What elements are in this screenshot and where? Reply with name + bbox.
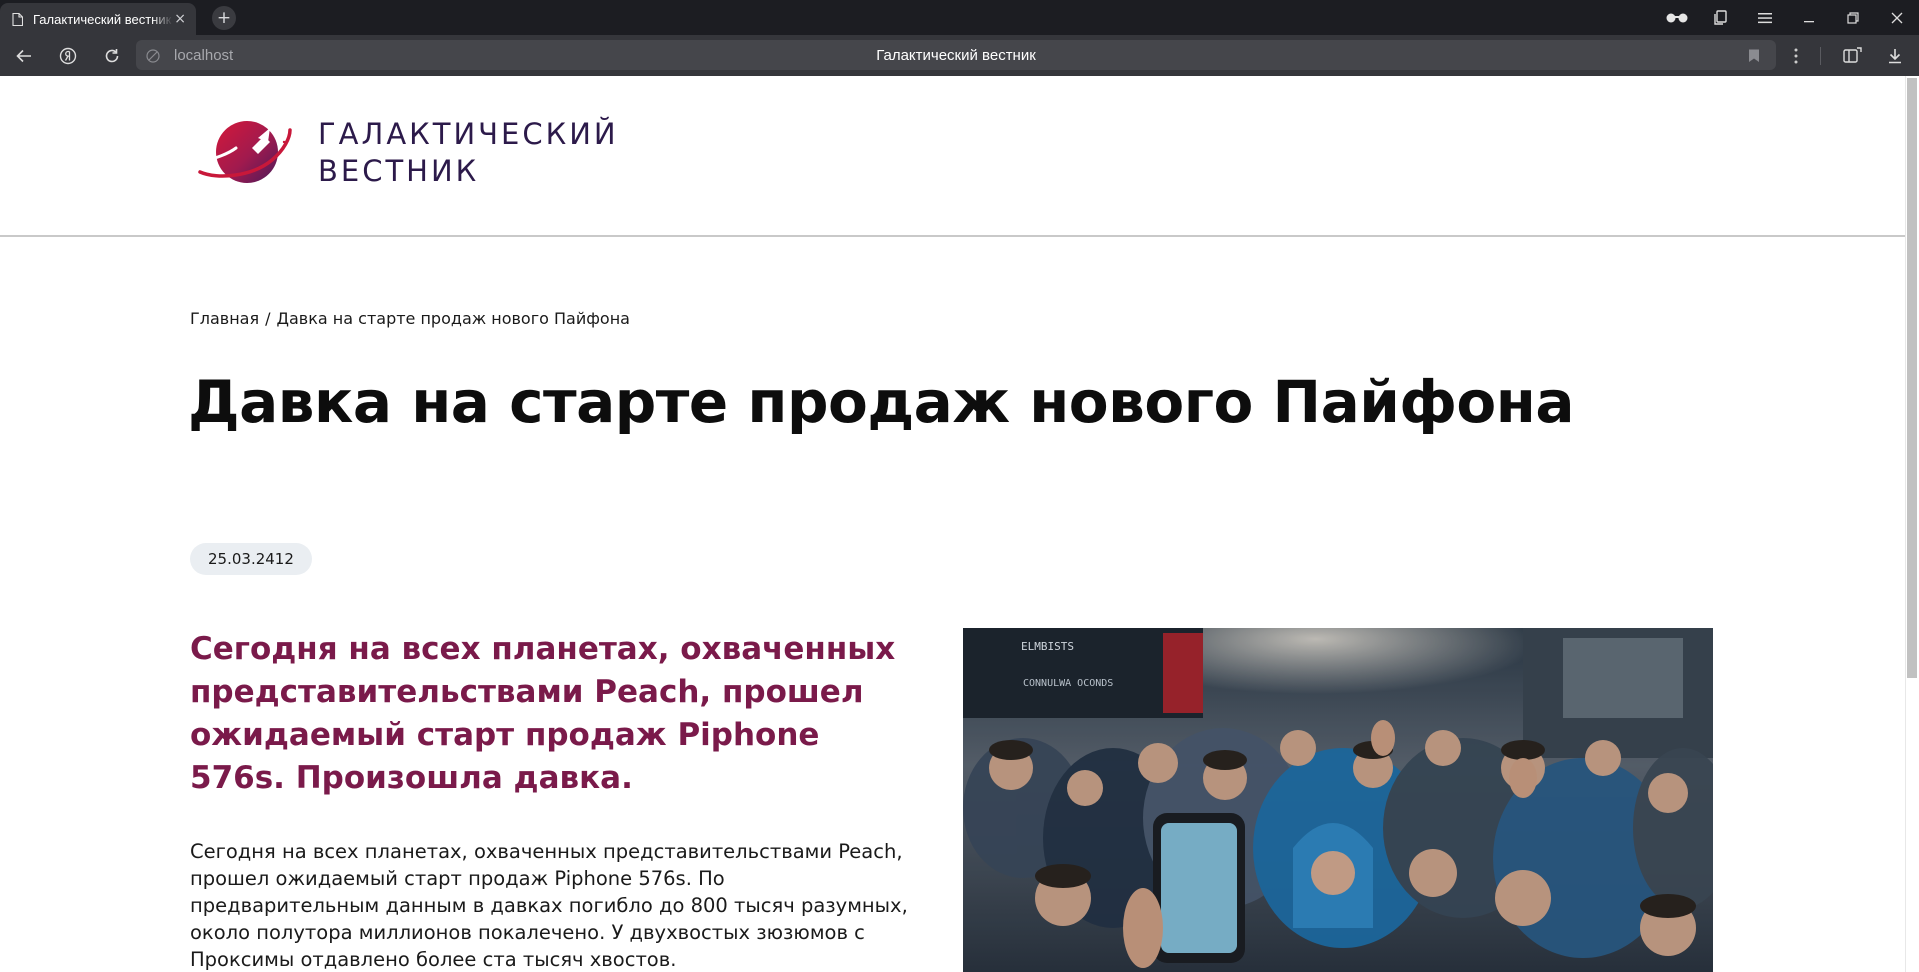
breadcrumb-separator: / [265, 309, 271, 328]
breadcrumb-home-link[interactable]: Главная [190, 309, 259, 328]
tab-close-button[interactable]: × [174, 12, 186, 26]
tab-title: Галактический вестник [33, 11, 172, 27]
logo-line-1: ГАЛАКТИЧЕСКИЙ [318, 117, 619, 151]
close-window-icon[interactable] [1875, 0, 1919, 35]
site-logo-icon[interactable] [198, 118, 293, 190]
collections-icon[interactable] [1699, 0, 1743, 35]
site-header: ГАЛАКТИЧЕСКИЙ ВЕСТНИК [0, 76, 1905, 237]
article-body: Сегодня на всех планетах, охваченных пре… [190, 840, 908, 971]
address-bar[interactable]: localhost Галактический вестник [136, 40, 1776, 70]
site-logo-text[interactable]: ГАЛАКТИЧЕСКИЙ ВЕСТНИК [318, 116, 619, 190]
bookmark-icon[interactable] [1748, 48, 1760, 62]
browser-toolbar: localhost Галактический вестник [0, 35, 1919, 76]
toolbar-divider [1820, 35, 1822, 76]
browser-tab[interactable]: Галактический вестник × [0, 3, 196, 35]
browser-titlebar: Галактический вестник × + [0, 0, 1919, 35]
sidebar-panel-icon[interactable] [1843, 35, 1863, 76]
document-icon [12, 12, 23, 26]
download-icon[interactable] [1888, 35, 1902, 76]
minimize-icon[interactable] [1787, 0, 1831, 35]
logo-line-2: ВЕСТНИК [318, 154, 480, 188]
breadcrumb-current: Давка на старте продаж нового Пайфона [276, 309, 630, 328]
article-title: Давка на старте продаж нового Пайфона [188, 368, 1574, 436]
article-lead: Сегодня на всех планетах, охваченных пре… [190, 631, 896, 796]
article-photo: ELMBISTS CONNULWA OCONDS [963, 628, 1713, 972]
back-icon[interactable] [12, 44, 36, 68]
page-scrollbar[interactable] [1905, 76, 1919, 972]
new-tab-button[interactable]: + [212, 6, 236, 30]
breadcrumb: Главная / Давка на старте продаж нового Па… [190, 309, 630, 328]
page-title-in-omnibox: Галактический вестник [876, 47, 1036, 64]
scrollbar-thumb[interactable] [1907, 78, 1917, 678]
article-date-badge: 25.03.2412 [190, 543, 312, 575]
web-page: ГАЛАКТИЧЕСКИЙ ВЕСТНИК Главная / Давка на с… [0, 76, 1919, 972]
more-options-icon[interactable] [1794, 35, 1798, 76]
menu-icon[interactable] [1743, 0, 1787, 35]
reload-icon[interactable] [100, 44, 124, 68]
reader-glasses-icon[interactable] [1655, 0, 1699, 35]
yandex-icon[interactable] [56, 44, 80, 68]
window-controls [1655, 0, 1919, 35]
restore-icon[interactable] [1831, 0, 1875, 35]
